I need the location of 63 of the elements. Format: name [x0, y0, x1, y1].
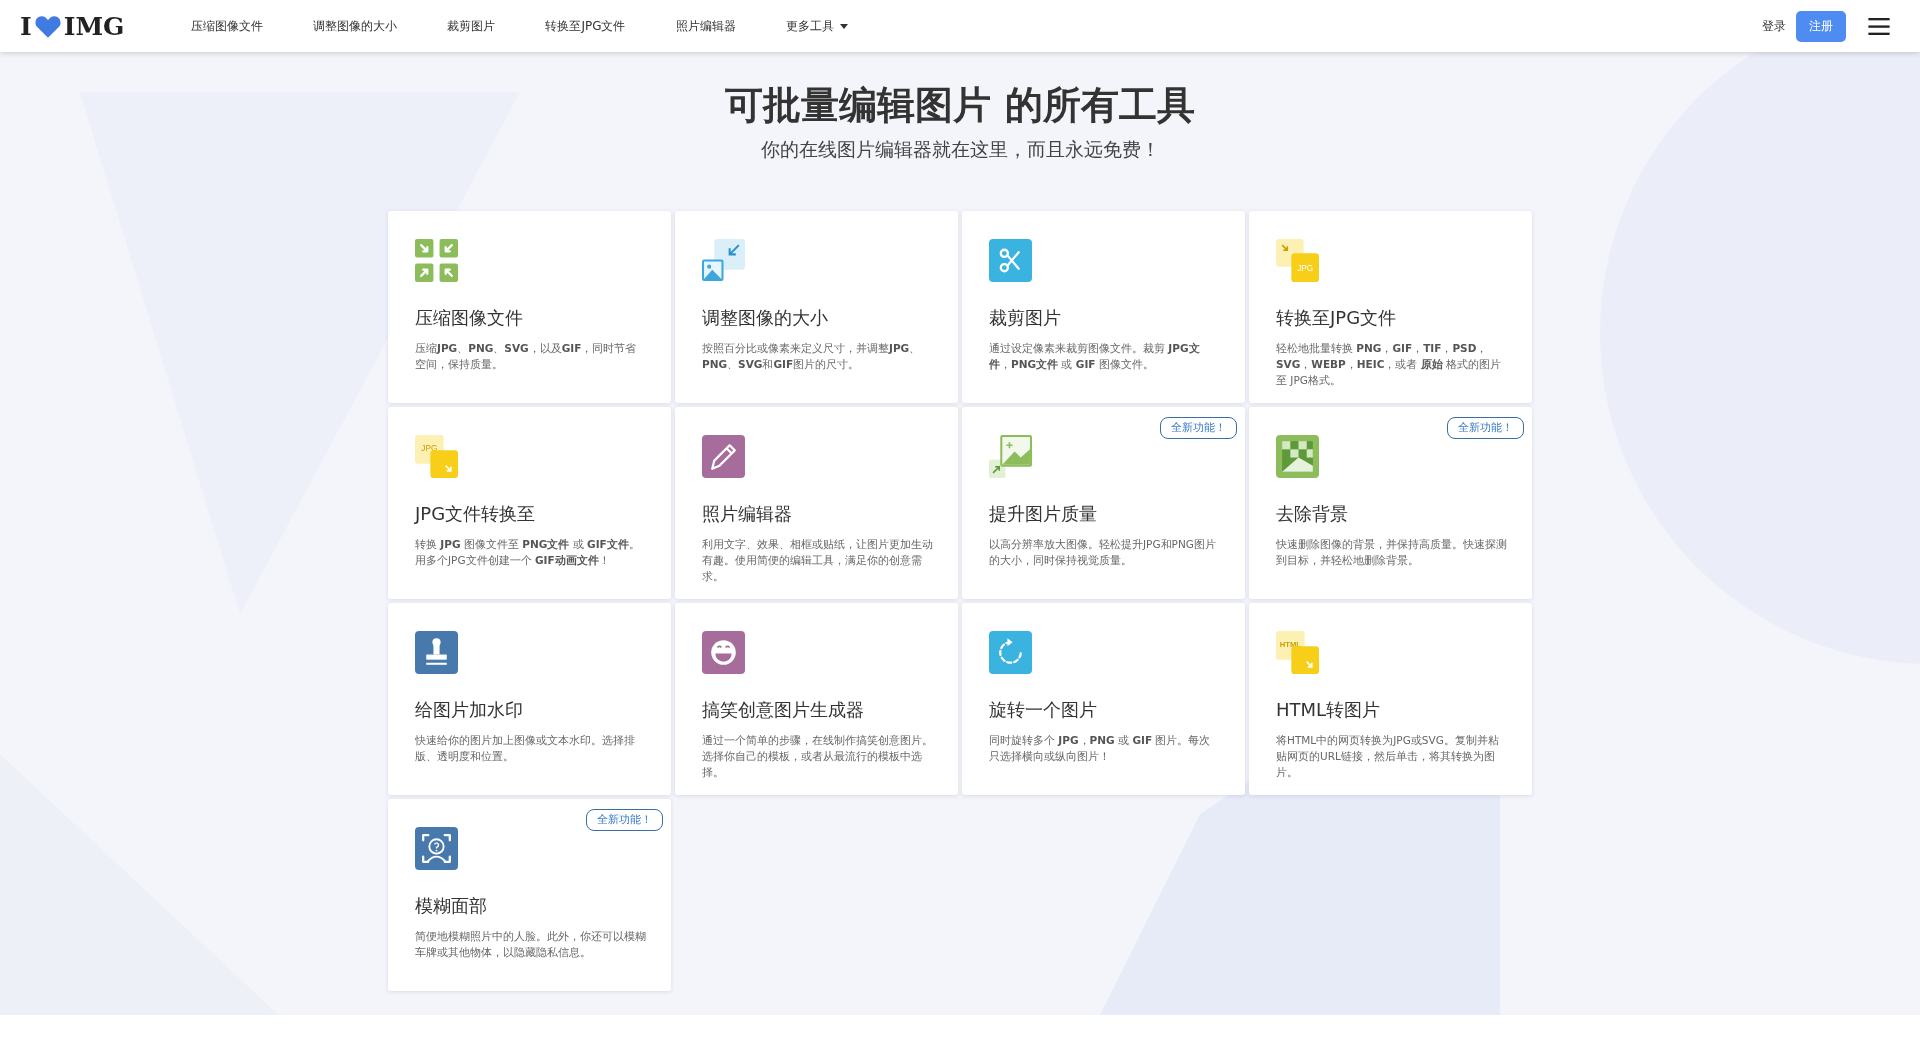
stamp-icon	[415, 631, 458, 674]
page-title: 可批量编辑图片 的所有工具	[725, 82, 1195, 129]
tool-title: JPG文件转换至	[415, 502, 537, 526]
tool-description: 轻松地批量转换 PNG，GIF，TIF，PSD，SVG，WEBP，HEIC，或者 原始 格式的图片至 JPG格式。	[1276, 341, 1503, 388]
new-feature-badge: 全新功能！	[586, 809, 663, 831]
tool-card[interactable]: 旋转一个图片 同时旋转多个 JPG，PNG 或 GIF 图片。每次只选择横向或纵向图片！	[962, 603, 1245, 795]
nav-link[interactable]: 照片编辑器	[650, 17, 761, 35]
tool-card[interactable]: JPG JPG文件转换至 转换 JPG 图像文件至 PNG文件 或 GIF文件。用多个JPG文件创建一个 GIF动画文件！	[388, 407, 671, 599]
tool-description: 利用文字、效果、相框或贴纸，让图片更加生动有趣。使用简便的编辑工具，满足你的创意需求。	[702, 537, 934, 584]
pencil-icon	[702, 435, 745, 478]
tool-card[interactable]: 给图片加水印 快速给你的图片加上图像或文本水印。选择排版、透明度和位置。	[388, 603, 671, 795]
tool-description: 快速给你的图片加上图像或文本水印。选择排版、透明度和位置。	[415, 733, 636, 764]
new-feature-badge: 全新功能！	[1447, 417, 1524, 439]
nav-link[interactable]: 裁剪图片	[422, 17, 521, 35]
image-sparkle-icon	[989, 435, 1032, 478]
laughing-face-icon	[702, 631, 745, 674]
checkered-image-icon	[1276, 435, 1319, 478]
tool-title: HTML转图片	[1276, 698, 1382, 722]
nav-link[interactable]: 转换至JPG文件	[520, 17, 651, 35]
tool-card[interactable]: 全新功能！ 去除背景 快速删除图像的背景，并保持高质量。快速探测到目标，并轻松地删除背景。	[1249, 407, 1532, 599]
tool-title: 去除背景	[1276, 502, 1349, 526]
resize-icon	[702, 239, 745, 282]
tool-card[interactable]: 裁剪图片 通过设定像素来裁剪图像文件。裁剪 JPG文件，PNG文件 或 GIF 图像文件。	[962, 211, 1245, 403]
tool-title: 搞笑创意图片生成器	[702, 698, 865, 722]
page-subtitle: 你的在线图片编辑器就在这里，而且永远免费！	[760, 137, 1160, 162]
nav-dropdown[interactable]: 更多工具	[760, 17, 873, 35]
tool-title: 给图片加水印	[415, 698, 524, 722]
tool-description: 以高分辨率放大图像。轻松提升JPG和PNG图片的大小，同时保持视觉质量。	[989, 537, 1217, 568]
tool-title: 照片编辑器	[702, 502, 793, 526]
tool-card[interactable]: 压缩图像文件 压缩JPG、PNG、SVG，以及GIF，同时节省空间，保持质量。	[388, 211, 671, 403]
tool-description: 通过一个简单的步骤，在线制作搞笑创意图片。选择你自己的模板，或者从最流行的模板中选择。	[702, 733, 934, 780]
tool-card[interactable]: 搞笑创意图片生成器 通过一个简单的步骤，在线制作搞笑创意图片。选择你自己的模板，或者从最流行的模板中选择。	[675, 603, 958, 795]
rotate-icon	[989, 631, 1032, 674]
login-link[interactable]: 登录	[1762, 17, 1786, 35]
tool-description: 简便地模糊照片中的人脸。此外，你还可以模糊车牌或其他物体，以隐藏隐私信息。	[415, 929, 647, 960]
tool-description: 通过设定像素来裁剪图像文件。裁剪 JPG文件，PNG文件 或 GIF 图像文件。	[989, 341, 1201, 372]
tool-description: 同时旋转多个 JPG，PNG 或 GIF 图片。每次只选择横向或纵向图片！	[989, 733, 1212, 764]
tool-title: 旋转一个图片	[989, 698, 1098, 722]
tool-description: 快速删除图像的背景，并保持高质量。快速探测到目标，并轻松地删除背景。	[1276, 537, 1508, 568]
tool-card[interactable]: JPG 转换至JPG文件 轻松地批量转换 PNG，GIF，TIF，PSD，SVG，WEBP，HEIC，或者 原始 格式的图片至 JPG格式。	[1249, 211, 1532, 403]
tool-card[interactable]: 全新功能！ 提升图片质量 以高分辨率放大图像。轻松提升JPG和PNG图片的大小，同时保持视觉质量。	[962, 407, 1245, 599]
logo[interactable]: I IMG	[20, 11, 125, 41]
tool-description: 转换 JPG 图像文件至 PNG文件 或 GIF文件。用多个JPG文件创建一个 GIF动画文件！	[415, 537, 641, 568]
nav-link[interactable]: 调整图像的大小	[288, 17, 423, 35]
face-scan-icon	[415, 827, 458, 870]
tool-title: 裁剪图片	[989, 306, 1062, 330]
tool-title: 模糊面部	[415, 894, 488, 918]
tool-title: 转换至JPG文件	[1276, 306, 1398, 330]
nav-link[interactable]: 压缩图像文件	[166, 17, 289, 35]
caret-icon	[839, 23, 848, 29]
tool-card[interactable]: 调整图像的大小 按照百分比或像素来定义尺寸，并调整JPG、PNG、SVG和GIF图片的尺寸。	[675, 211, 958, 403]
tool-card[interactable]: 全新功能！ 模糊面部 简便地模糊照片中的人脸。此外，你还可以模糊车牌或其他物体，以隐藏隐私信息。	[388, 799, 671, 991]
menu-icon[interactable]	[1868, 17, 1890, 35]
tool-description: 将HTML中的网页转换为JPG或SVG。复制并粘贴网页的URL链接，然后单击，将其转换为图片。	[1276, 733, 1500, 780]
tool-description: 压缩JPG、PNG、SVG，以及GIF，同时节省空间，保持质量。	[415, 341, 638, 372]
tool-title: 调整图像的大小	[702, 306, 829, 330]
new-feature-badge: 全新功能！	[1160, 417, 1237, 439]
tool-description: 按照百分比或像素来定义尺寸，并调整JPG、PNG、SVG和GIF图片的尺寸。	[702, 341, 922, 372]
compress-icon	[415, 239, 458, 282]
tool-card[interactable]: 照片编辑器 利用文字、效果、相框或贴纸，让图片更加生动有趣。使用简便的编辑工具，满足你的创意需求。	[675, 407, 958, 599]
tool-title: 提升图片质量	[989, 502, 1098, 526]
tool-title: 压缩图像文件	[415, 306, 524, 330]
scissors-icon	[989, 239, 1032, 282]
